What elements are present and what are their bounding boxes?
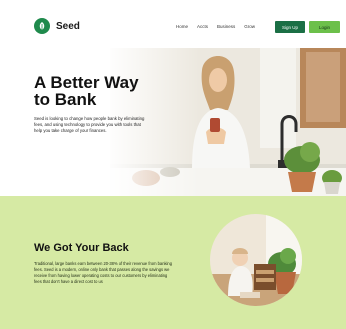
section-title: We Got Your Back bbox=[34, 242, 129, 254]
section-description: Traditional, large banks earn between 20… bbox=[34, 261, 172, 284]
logo[interactable]: Seed bbox=[34, 18, 80, 34]
site-header: Seed Home Accts Business Grow Sign Up Lo… bbox=[0, 0, 346, 48]
login-button[interactable]: Login bbox=[309, 21, 340, 33]
nav-grow[interactable]: Grow bbox=[244, 24, 255, 29]
hero-title-line-2: to Bank bbox=[34, 90, 97, 109]
nav-business[interactable]: Business bbox=[217, 24, 235, 29]
signup-button[interactable]: Sign Up bbox=[275, 21, 305, 33]
hero-section: A Better Way to Bank Seed is looking to … bbox=[0, 48, 346, 196]
hero-title: A Better Way to Bank bbox=[34, 74, 174, 108]
child-photo bbox=[210, 214, 302, 306]
we-got-your-back-section: We Got Your Back Traditional, large bank… bbox=[0, 196, 346, 329]
logo-text: Seed bbox=[56, 20, 80, 32]
main-nav: Home Accts Business Grow bbox=[176, 24, 255, 29]
nav-accts[interactable]: Accts bbox=[197, 24, 208, 29]
seed-leaf-icon bbox=[34, 18, 50, 34]
nav-home[interactable]: Home bbox=[176, 24, 188, 29]
hero-description: Seed is looking to change how people ban… bbox=[34, 116, 145, 133]
